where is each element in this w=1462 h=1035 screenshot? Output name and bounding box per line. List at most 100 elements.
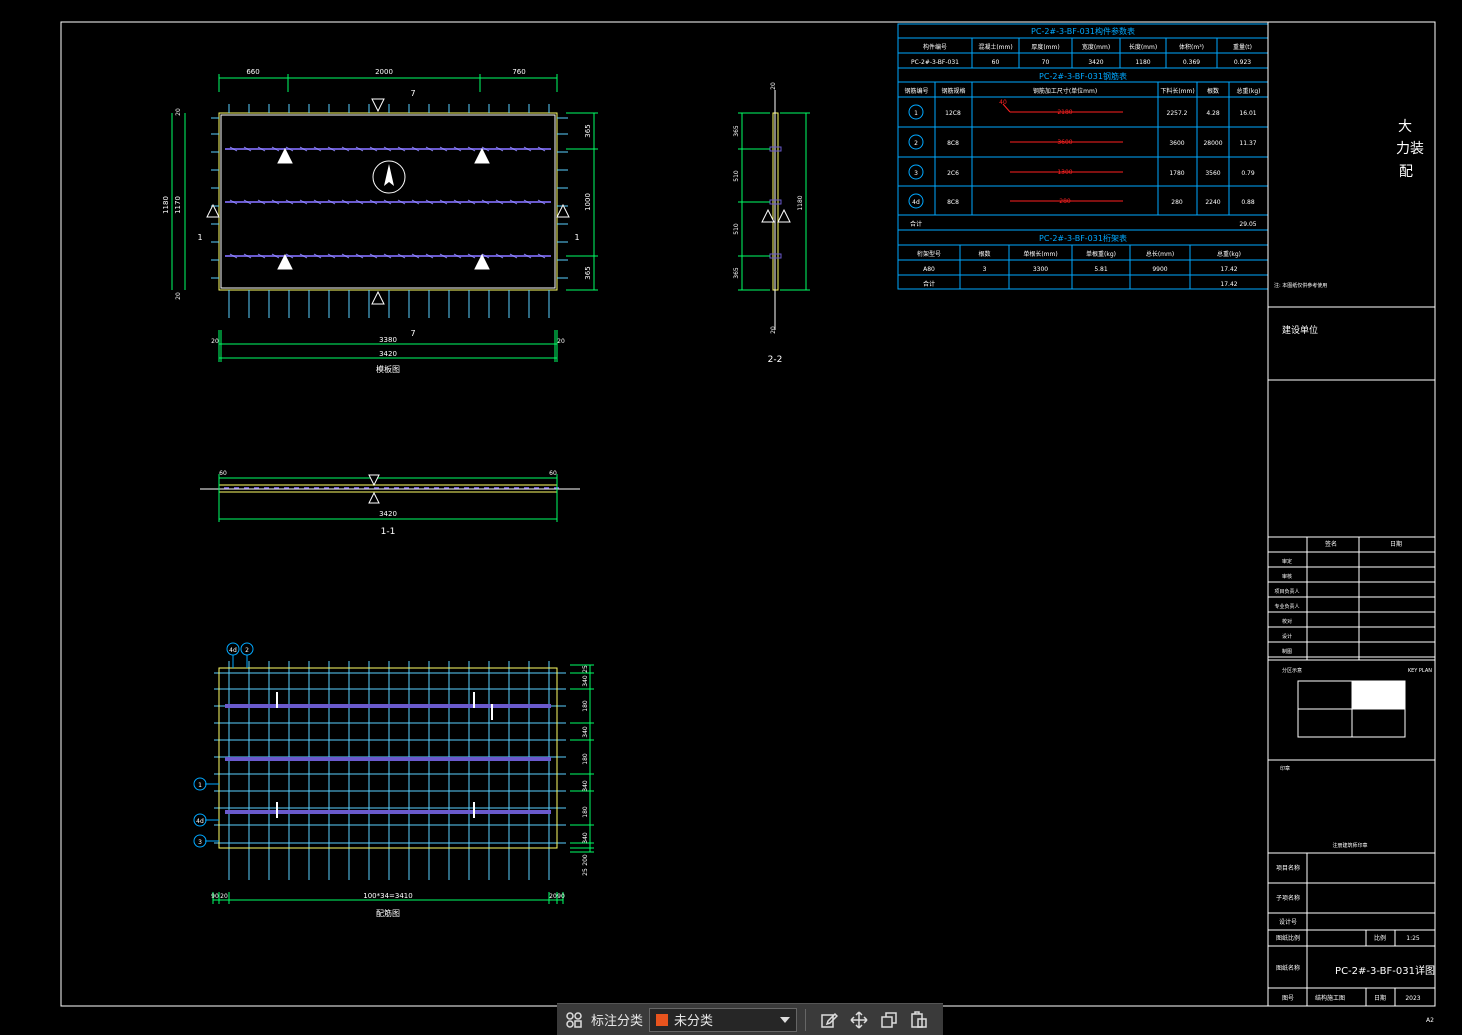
table3-header: 根数 [978,250,990,258]
sign-row-label: 专业负责人 [1274,603,1299,610]
table3-header: 桁架型号 [917,250,941,258]
dim-text: 340 [582,726,589,738]
dim-text: 60 [549,470,557,477]
dim-text: 1170 [174,196,182,214]
lifting-point-mark [277,147,293,164]
rebar-count: 3560 [1205,170,1220,177]
cad-canvas[interactable]: A2660 2000 760771 120 3380 203420模板图201170118… [0,0,1462,1034]
sign-header: 日期 [1390,540,1402,548]
dim-text: 90 [557,893,565,900]
table1-header: 重量(t) [1233,43,1252,51]
seal-text: 注册建筑师印章 [1332,842,1367,849]
rebar-weight: 0.79 [1241,170,1255,177]
section-1-right [556,203,570,218]
section-2-2: 365 510 510 365 1180 20 20 2-2 [733,82,810,365]
table2-header: 总重(kg) [1237,87,1261,95]
dim-text: 90 [211,893,219,900]
section-label: 1 [197,233,202,242]
plan-view: 660 2000 760 7 7 1 1 20 3380 20 3420 模板图 20 1170 1180 2… [162,68,598,374]
move-icon[interactable] [846,1007,872,1033]
table1-cell: 1180 [1135,59,1150,66]
drawing-scale-label: 图纸比例 [1276,934,1300,942]
dim-text: 20 [175,108,182,116]
table1-header: 构件编号 [923,43,947,51]
rebar-marker-label: 4d [229,647,237,654]
rebar-id: 1 [914,110,918,117]
table1-cell: PC-2#-3-BF-031 [911,59,959,66]
table2-header: 钢筋加工尺寸(单位mm) [1033,87,1097,95]
rebar-hook-dim: 40 [999,99,1007,106]
rebar-shape-dim: 3600 [1057,139,1072,146]
grid-icon[interactable] [561,1007,587,1033]
dim-text: 180 [582,753,589,765]
sign-row-label: 项目负责人 [1274,588,1299,595]
table2-title: PC-2#-3-BF-031钢筋表 [1039,71,1127,81]
rebar-spec: 8C8 [947,199,959,206]
title-block: 大力装配注: 本图纸仅供参考使用建设单位签名 日期审定审核项目负责人专业负责人校对… [1267,22,1435,1006]
sub-project-label: 子项名称 [1276,894,1300,902]
copy-icon[interactable] [876,1007,902,1033]
north-arrow-icon [384,164,394,186]
table1-cell: 70 [1042,59,1050,66]
rebar-id: 4d [912,199,920,206]
chevron-down-icon [780,1016,791,1023]
key-plan-left: 分区示意 [1282,667,1302,674]
table3-cell: 5.81 [1094,266,1108,273]
table1-cell: 0.923 [1234,59,1251,66]
rebar-count: 2240 [1205,199,1220,206]
dim-text: 180 [582,700,589,712]
dim-text: 3380 [379,336,397,344]
table3-cell: 17.42 [1220,266,1237,273]
section-mark-bottom [368,491,380,504]
dim-text: 20 [220,893,228,900]
dim-text: 20 [175,292,182,300]
table1-header: 厚度(mm) [1031,43,1059,51]
view-title: 1-1 [381,527,396,537]
table3-cell: 3300 [1033,266,1048,273]
rebar-length: 280 [1171,199,1183,206]
category-label: 标注分类 [591,1014,644,1029]
category-dropdown[interactable]: 未分类 [649,1007,798,1032]
toolbar-divider [805,1008,807,1031]
table3-cell: 3 [983,266,987,273]
dim-text: 20 [770,326,777,334]
table3-total-label: 合计 [923,280,935,288]
view-title: 模板图 [376,364,400,374]
table3-cell: 9900 [1152,266,1167,273]
paste-icon[interactable] [906,1007,932,1033]
dim-text: 25 [582,665,589,673]
dim-text: 365 [584,124,592,137]
table1-cell: 3420 [1088,59,1103,66]
client-label: 建设单位 [1282,324,1318,336]
section-label: 1 [574,233,579,242]
section-label: 7 [410,89,415,98]
rebar-view: 4d 214d3253401803401803401803402002590 20 1… [193,642,594,918]
rebar-length: 1780 [1169,170,1184,177]
section-mark-top [368,474,380,487]
sign-row-label: 制图 [1282,648,1292,655]
section-mark [761,208,775,223]
dim-text: 25 [582,868,589,876]
sheet-no-label: 图号 [1282,995,1294,1002]
edit-icon[interactable] [816,1007,842,1033]
table1-cell: 0.369 [1183,59,1200,66]
scale-label: 比例 [1374,934,1386,942]
table1-header: 宽度(mm) [1082,43,1110,51]
rebar-weight: 0.88 [1241,199,1255,206]
sign-row-label: 校对 [1282,618,1292,625]
table2-header: 下料长(mm) [1160,87,1194,95]
section-label: 7 [410,329,415,338]
section-7-top [371,98,385,113]
company-char: 大 [1398,119,1412,135]
section-7-bottom [371,290,385,305]
date-label: 日期 [1374,994,1386,1002]
rebar-count: 28000 [1203,140,1222,147]
annotation-toolbar: 标注分类 未分类 [557,1003,943,1035]
company-char: 配 [1399,164,1413,180]
dim-text: 365 [584,266,592,279]
company-char: 力装 [1396,141,1424,157]
rebar-shape-dim: 1300 [1057,169,1072,176]
table1-header: 体积(m³) [1179,43,1204,51]
key-plan-highlight [1352,681,1405,709]
table1-header: 长度(mm) [1129,43,1157,51]
